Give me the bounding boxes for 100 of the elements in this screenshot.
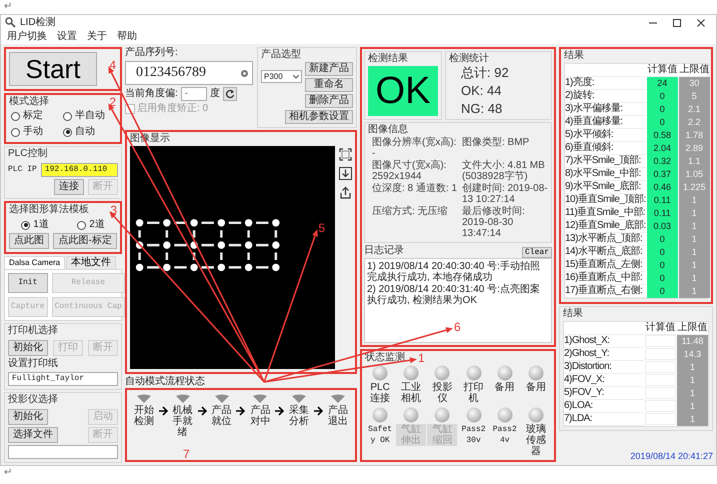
button[interactable]: 初始化 <box>8 340 48 356</box>
lamp-icon <box>372 407 388 423</box>
info-text: 文件大小: 4.81 MB (5038928字节) <box>462 160 546 182</box>
table-cell: 1 <box>677 374 708 387</box>
file-path-field[interactable] <box>8 445 118 459</box>
settings-icon[interactable] <box>240 68 249 78</box>
radio-option[interactable]: 半自动 <box>63 110 105 122</box>
button[interactable]: 删除产品 <box>305 94 353 108</box>
row-label: 5)水平倾斜: <box>565 129 646 142</box>
table-cell: 0.11 <box>646 207 678 220</box>
table-cell: 0 <box>646 272 678 285</box>
arrow-icon <box>275 406 284 416</box>
button[interactable]: 点此图 <box>9 233 50 249</box>
crop-icon[interactable] <box>339 148 352 161</box>
maximize-icon[interactable] <box>672 18 682 28</box>
refresh-button[interactable] <box>222 87 237 101</box>
radio-option[interactable]: 2道 <box>77 219 105 231</box>
group-title: 产品选型 <box>261 49 301 61</box>
log-line: 2) 2019/08/14 20:40:31:40 号:点亮图案执行成功, 检测结果为OK <box>367 284 541 306</box>
lamp-icon <box>496 407 513 423</box>
lamp-icon <box>403 365 420 381</box>
radio-option[interactable]: 1道 <box>21 219 49 231</box>
serial-field[interactable]: 0123456789 <box>125 61 253 85</box>
field-label: 设置打印纸 <box>8 358 58 370</box>
info-text: 最后修改时间: 2019-08-30 13:47:14 <box>462 206 526 239</box>
group-title: PLC控制 <box>8 148 48 160</box>
row-label: 12)垂直Smile_底部: <box>565 220 646 233</box>
button[interactable]: 新建产品 <box>305 62 353 76</box>
row-label: 16)垂直断点_中部: <box>565 272 646 285</box>
angle-field[interactable]: - <box>180 87 207 101</box>
table-cell: 1 <box>678 233 710 246</box>
status-label: 投影仪 <box>431 382 454 404</box>
menu-item[interactable]: 关于 <box>87 31 107 43</box>
table-cell: 1 <box>678 246 710 259</box>
table-cell: 0 <box>646 259 678 272</box>
lamp-icon <box>496 365 513 381</box>
indicator-icon <box>253 394 268 403</box>
radio-option[interactable]: 标定 <box>11 110 43 122</box>
row-label: 7)水平Smile_顶部: <box>565 155 646 168</box>
table-cell: 0.37 <box>646 168 678 181</box>
table-cell: 0.03 <box>646 220 678 233</box>
dropdown[interactable]: P300 <box>261 70 302 83</box>
table-cell: 0.58 <box>646 129 678 142</box>
start-button[interactable]: Start <box>9 52 97 86</box>
table-cell: 1 <box>677 387 708 400</box>
paragraph-mark: ↵ <box>4 0 12 14</box>
button[interactable]: 连接 <box>54 179 84 195</box>
row-label: 8)水平Smile_中部: <box>565 168 646 181</box>
path-field[interactable]: Fullight_Taylor <box>8 372 118 386</box>
indicator-icon <box>292 394 306 403</box>
table-cell: 0 <box>646 233 678 246</box>
tab[interactable]: Dalsa Camera <box>4 256 66 269</box>
status-label: Pass230v <box>460 424 487 446</box>
group-title: 图像信息 <box>368 124 408 136</box>
ip-field[interactable]: 192.168.0.110 <box>40 163 118 177</box>
button[interactable]: 重命名 <box>305 78 353 92</box>
info-text: 位深度: 8 通道数: 1 <box>372 183 458 196</box>
menu-item[interactable]: 用户切换 <box>7 31 47 43</box>
button[interactable]: 相机参数设置 <box>285 110 353 124</box>
paragraph-mark: ↵ <box>4 466 12 480</box>
button[interactable]: 初始化 <box>8 409 48 425</box>
field-label: 产品序列号: <box>125 47 179 59</box>
group-title: 检测统计 <box>449 53 489 65</box>
close-icon[interactable] <box>696 18 706 28</box>
table-cell <box>645 387 676 399</box>
info-text: 创建时间: 2019-08-13 10:27:14 <box>462 183 548 205</box>
menu-item[interactable]: 帮助 <box>117 31 137 43</box>
table-cell <box>645 361 676 373</box>
clear-button[interactable]: Clear <box>522 247 552 258</box>
table-cell: 2.04 <box>646 142 678 155</box>
button[interactable]: Init <box>8 273 48 293</box>
radio-option[interactable]: 手动 <box>11 126 43 138</box>
button[interactable]: 选择文件 <box>8 427 58 443</box>
button[interactable]: 点此图-标定 <box>53 233 117 249</box>
tab[interactable]: 本地文件 <box>66 256 116 269</box>
stat-text: 总计: 92 <box>461 66 510 80</box>
group-title: 投影仪选择 <box>8 394 58 406</box>
status-label: 备用 <box>494 382 516 393</box>
export-icon[interactable] <box>339 186 352 199</box>
table-cell: 5 <box>678 90 710 103</box>
status-label: 玻璃传感器 <box>524 424 547 457</box>
row-label: 5)FOV_Y: <box>564 387 644 400</box>
download-icon[interactable] <box>339 167 352 180</box>
status-label: 备用 <box>524 382 547 393</box>
row-label: 7)LDA: <box>564 413 644 426</box>
field-label: 当前角度偏: <box>125 88 178 100</box>
table-cell: 0 <box>646 103 678 116</box>
table-cell: 1 <box>677 400 708 413</box>
row-label: 2)旋转: <box>565 90 646 103</box>
group-title: 结果 <box>564 50 584 62</box>
menu-item[interactable]: 设置 <box>57 31 77 43</box>
status-label: 气缸伸出 <box>396 424 426 446</box>
lamp-icon <box>372 365 388 381</box>
status-label: Safety OK <box>367 424 394 446</box>
table-cell: 24 <box>646 77 678 90</box>
group-title: 状态监测 <box>365 352 405 364</box>
row-label: 3)水平偏移量: <box>565 103 646 116</box>
row-label: 4)FOV_X: <box>564 374 644 387</box>
radio-option[interactable]: 自动 <box>63 126 95 138</box>
callout-number: 7 <box>183 448 190 460</box>
